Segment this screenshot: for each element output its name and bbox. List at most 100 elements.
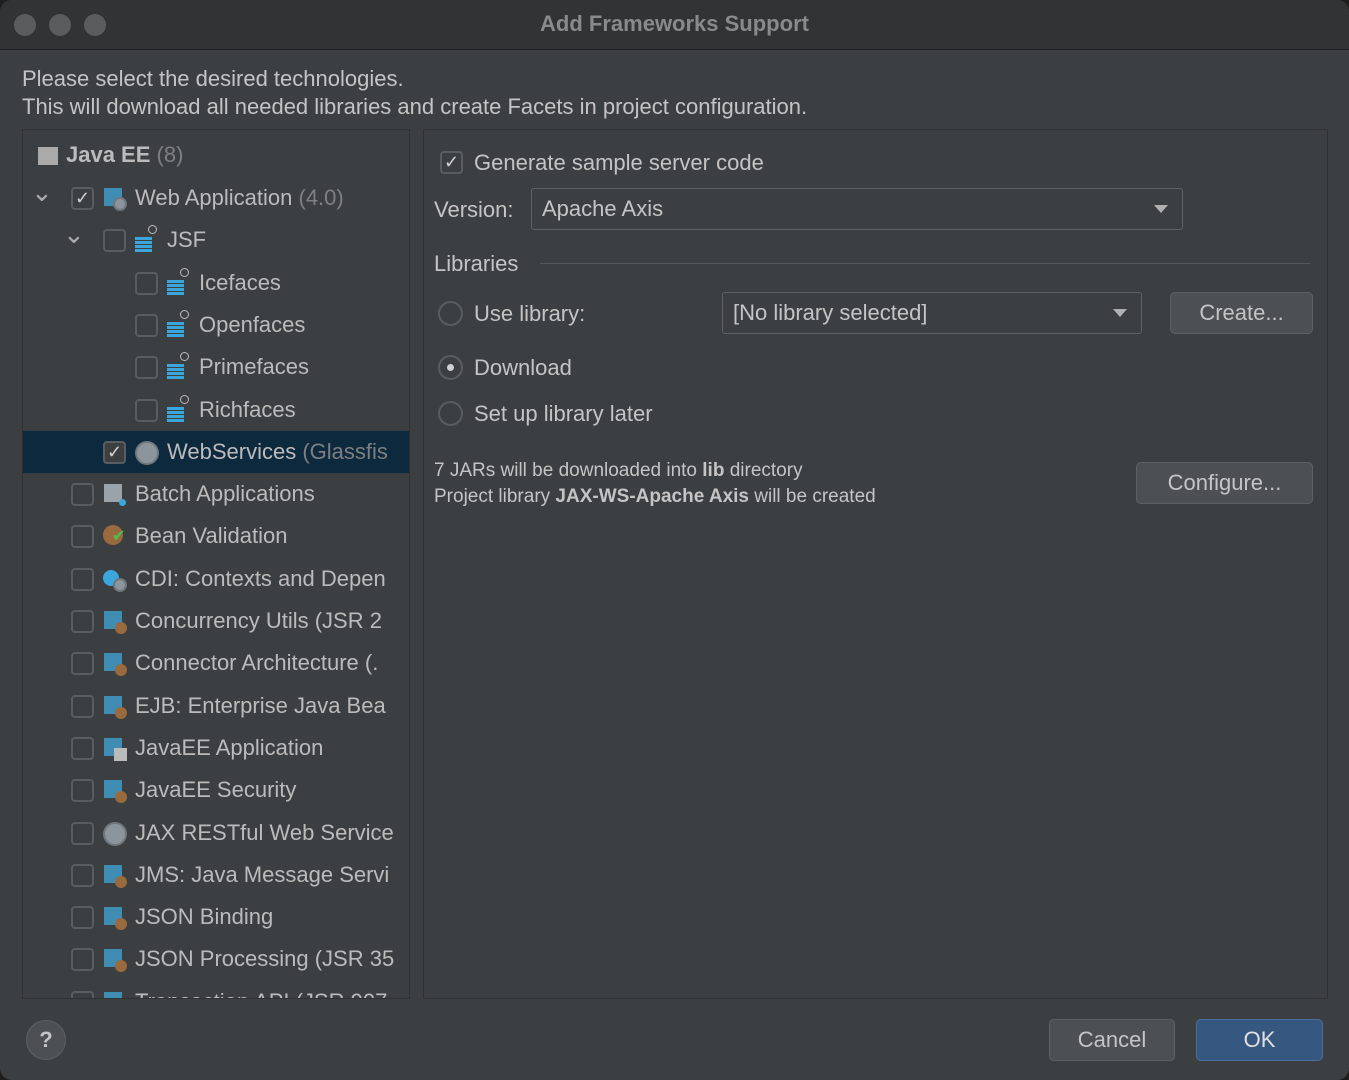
- version-dropdown[interactable]: Apache Axis: [531, 188, 1183, 230]
- download-radio[interactable]: [438, 355, 463, 380]
- frameworks-tree[interactable]: Java EE (8) ⌄ ✓ Web Application (4.0) ⌄ JSF I…: [22, 129, 410, 999]
- tree-item[interactable]: Icefaces: [23, 262, 409, 304]
- tree-item-name: Richfaces: [199, 396, 296, 422]
- generate-sample-checkbox[interactable]: ✓: [440, 151, 463, 174]
- create-library-button[interactable]: Create...: [1170, 292, 1313, 334]
- root-label: Java EE (8): [66, 134, 183, 176]
- help-button[interactable]: ?: [26, 1020, 66, 1060]
- tree-item[interactable]: Concurrency Utils (JSR 2: [23, 600, 409, 642]
- version-value: Apache Axis: [542, 196, 664, 221]
- tree-item[interactable]: JSON Binding: [23, 896, 409, 938]
- library-value: [No library selected]: [733, 300, 928, 325]
- tree-item[interactable]: CDI: Contexts and Depen: [23, 558, 409, 600]
- library-dropdown[interactable]: [No library selected]: [722, 292, 1142, 334]
- generate-sample-label: Generate sample server code: [474, 150, 764, 175]
- use-library-radio[interactable]: [438, 301, 463, 326]
- web-module-icon: [103, 187, 127, 211]
- tree-item[interactable]: Batch Applications: [23, 473, 409, 515]
- version-label: Version:: [434, 197, 514, 222]
- tree-item-label: JMS: Java Message Servi: [135, 854, 389, 896]
- jsf-icon: [167, 394, 191, 423]
- tree-item-checkbox[interactable]: [71, 948, 94, 972]
- tree-item-name: Openfaces: [199, 311, 306, 337]
- intro-line-2: This will download all needed libraries …: [22, 94, 808, 119]
- jsf-antenna: [180, 267, 189, 277]
- tree-item-checkbox[interactable]: [135, 313, 158, 337]
- tree-item-checkbox[interactable]: [71, 736, 94, 760]
- tree-item[interactable]: ✔ Bean Validation: [23, 515, 409, 557]
- globe-icon: [103, 821, 127, 846]
- tree-item-label: Concurrency Utils (JSR 2: [135, 600, 382, 642]
- tree-item-checkbox[interactable]: [71, 567, 94, 591]
- tree-item-checkbox[interactable]: [71, 525, 94, 549]
- jsf-stripes: [167, 364, 184, 381]
- root-count: (8): [156, 142, 184, 167]
- tree-item[interactable]: JSON Processing (JSR 35: [23, 938, 409, 980]
- ok-button[interactable]: OK: [1196, 1019, 1323, 1061]
- zoom-window-button[interactable]: [84, 14, 106, 36]
- tree-item-name: Batch Applications: [135, 481, 315, 507]
- tree-item-label: Batch Applications: [135, 473, 315, 515]
- module-icon: [103, 695, 127, 719]
- tree-item[interactable]: JAX RESTful Web Service: [23, 812, 409, 854]
- tree-item-label: JSF: [167, 219, 206, 261]
- jars-info: 7 JARs will be downloaded into lib direc…: [434, 460, 803, 482]
- close-window-button[interactable]: [14, 14, 36, 36]
- tree-root-java-ee[interactable]: Java EE (8): [23, 134, 409, 176]
- tree-item-label: JSON Binding: [135, 896, 273, 938]
- tree-item-checkbox[interactable]: [135, 356, 158, 380]
- tree-item[interactable]: ⌄ JSF: [23, 219, 409, 261]
- tree-item[interactable]: JMS: Java Message Servi: [23, 854, 409, 896]
- tree-item-checkbox[interactable]: [135, 398, 158, 422]
- tree-item-checkbox[interactable]: [71, 610, 94, 633]
- tree-item-checkbox[interactable]: [71, 652, 94, 676]
- tree-item-checkbox[interactable]: [71, 906, 94, 930]
- tree-item-checkbox[interactable]: ✓: [71, 187, 94, 210]
- globe-shape: [103, 821, 127, 846]
- tree-item[interactable]: JavaEE Security: [23, 769, 409, 811]
- bean-dot: [115, 875, 127, 888]
- minimize-window-button[interactable]: [49, 14, 71, 36]
- chevron-down-icon[interactable]: ⌄: [31, 171, 53, 213]
- tree-item[interactable]: Connector Architecture (.: [23, 642, 409, 684]
- module-icon: [103, 864, 127, 888]
- framework-details-panel: ✓ Generate sample server code Version: A…: [423, 129, 1328, 999]
- tree-item-checkbox[interactable]: [71, 779, 94, 803]
- tree-item-checkbox[interactable]: ✓: [103, 440, 126, 464]
- tree-item-checkbox[interactable]: [103, 229, 126, 253]
- globe-shape: [113, 197, 127, 211]
- info-text: will be created: [748, 486, 876, 507]
- tree-item-checkbox[interactable]: [71, 483, 94, 507]
- jsf-stripes: [167, 279, 184, 296]
- tree-item-checkbox[interactable]: [135, 271, 158, 295]
- tree-item-label: Connector Architecture (.: [135, 642, 378, 684]
- jsf-antenna: [180, 352, 189, 362]
- setup-later-radio[interactable]: [438, 401, 463, 426]
- jsf-antenna: [180, 309, 189, 319]
- library-info: Project library JAX-WS-Apache Axis will …: [434, 486, 876, 508]
- tree-item-checkbox[interactable]: [71, 990, 94, 998]
- tree-item[interactable]: EJB: Enterprise Java Bea: [23, 685, 409, 727]
- jsf-stripes: [135, 237, 152, 254]
- jsf-stripes: [167, 321, 184, 338]
- cancel-button[interactable]: Cancel: [1049, 1019, 1175, 1061]
- use-library-label: Use library:: [474, 301, 586, 326]
- chevron-down-icon[interactable]: ⌄: [63, 213, 85, 255]
- tree-item-checkbox[interactable]: [71, 821, 94, 845]
- tree-item[interactable]: Transaction API (JSR 907: [23, 981, 409, 998]
- bean-dot: [115, 918, 127, 931]
- title-bar: Add Frameworks Support: [0, 0, 1349, 50]
- tree-item-label: Primefaces: [199, 346, 309, 388]
- tree-item[interactable]: Richfaces: [23, 389, 409, 431]
- tree-item[interactable]: ✓ WebServices (Glassfis: [23, 430, 409, 473]
- configure-button[interactable]: Configure...: [1136, 462, 1313, 504]
- tree-item-checkbox[interactable]: [71, 863, 94, 887]
- tree-item-label: JavaEE Application: [135, 727, 323, 769]
- tree-item-label: Web Application (4.0): [135, 177, 344, 219]
- tree-item[interactable]: Openfaces: [23, 304, 409, 346]
- tree-item-checkbox[interactable]: [71, 694, 94, 718]
- tree-item[interactable]: JavaEE Application: [23, 727, 409, 769]
- info-lib: lib: [702, 460, 725, 481]
- window-title: Add Frameworks Support: [540, 11, 809, 36]
- tree-item[interactable]: Primefaces: [23, 346, 409, 388]
